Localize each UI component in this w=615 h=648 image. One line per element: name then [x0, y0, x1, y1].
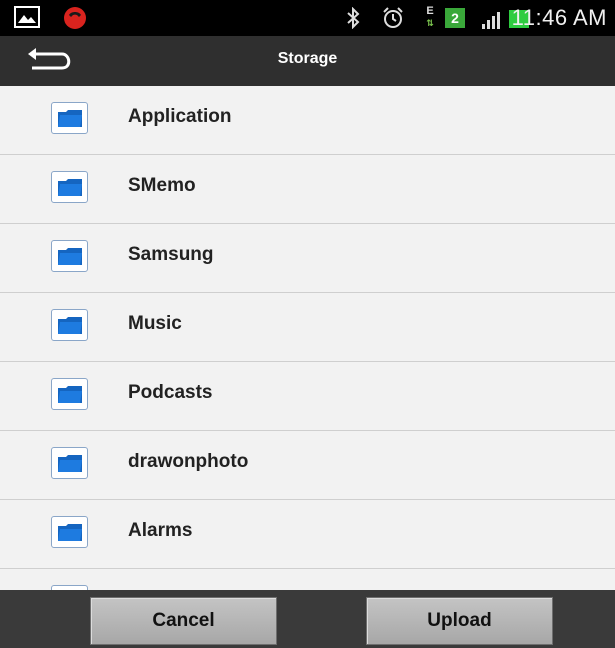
list-item[interactable]: SMemo [0, 155, 615, 224]
list-item[interactable]: drawonphoto [0, 431, 615, 500]
list-item-label: Music [128, 313, 182, 334]
status-bar: E ⇅ 2 11:46 AM [0, 0, 615, 36]
folder-icon [51, 309, 88, 341]
cancel-button[interactable]: Cancel [90, 597, 277, 645]
list-item-label: Application [128, 106, 232, 127]
list-item-label: Podcasts [128, 382, 213, 403]
list-item-label: Alarms [128, 520, 193, 541]
list-item[interactable]: Music [0, 293, 615, 362]
bluetooth-icon [347, 7, 360, 29]
page-title: Storage [277, 50, 338, 67]
list-item[interactable]: Alarms [0, 500, 615, 569]
bottom-button-bar: Cancel Upload [0, 590, 615, 648]
folder-icon [51, 447, 88, 479]
data-e-icon: E ⇅ [426, 5, 434, 28]
list-item-label: SMemo [128, 175, 196, 196]
folder-icon [51, 171, 88, 203]
list-item[interactable]: Podcasts [0, 362, 615, 431]
action-bar: Storage [0, 36, 615, 86]
signal-icon [482, 12, 500, 29]
folder-icon [51, 378, 88, 410]
folder-list[interactable]: Application SMemo Samsung Music Podcasts [0, 86, 615, 590]
folder-icon [51, 516, 88, 548]
list-item-label: drawonphoto [128, 451, 249, 472]
sim-2-icon: 2 [445, 8, 465, 28]
status-right-icons: E ⇅ 2 11:46 AM [207, 0, 607, 36]
upload-button[interactable]: Upload [366, 597, 553, 645]
alarm-icon [383, 7, 403, 28]
status-time: 11:46 AM [511, 5, 607, 30]
folder-icon [51, 102, 88, 134]
image-icon [14, 6, 40, 28]
list-item[interactable]: Application [0, 86, 615, 155]
storage-screen: E ⇅ 2 11:46 AM Storage Application SMemo… [0, 0, 615, 648]
list-item[interactable]: Samsung [0, 224, 615, 293]
list-item-label: Samsung [128, 244, 214, 265]
folder-icon [51, 240, 88, 272]
call-icon [64, 7, 86, 29]
list-item[interactable] [0, 569, 615, 590]
